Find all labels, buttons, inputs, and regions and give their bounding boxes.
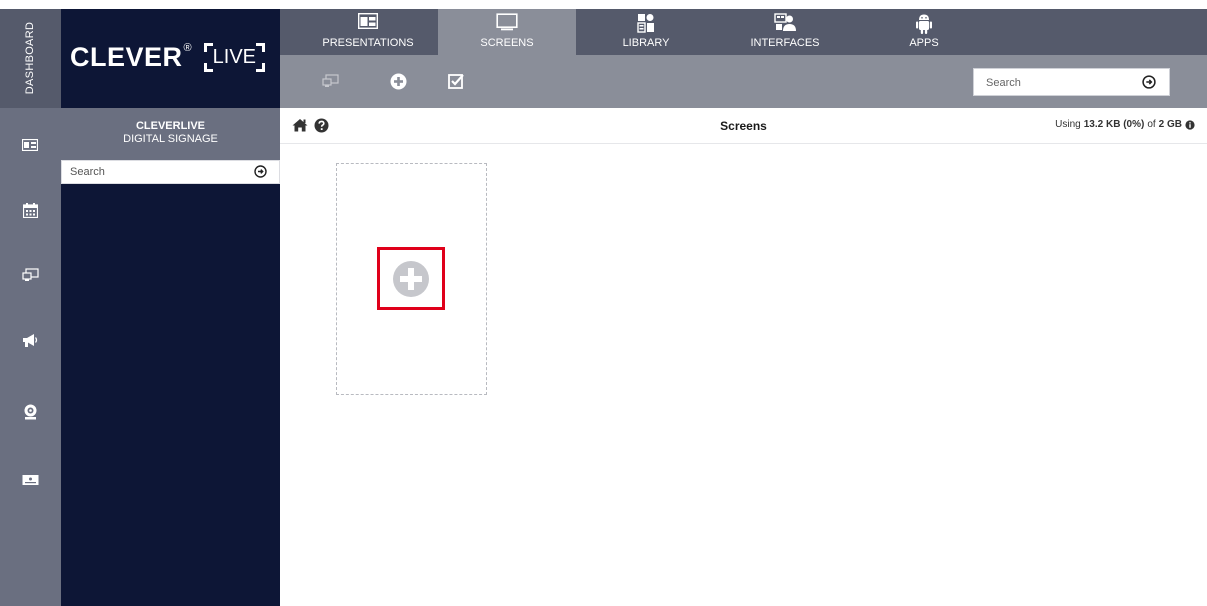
rail-schedule[interactable] <box>18 198 42 222</box>
sidebar-title: CLEVERLIVE <box>135 120 206 132</box>
rail-devices[interactable] <box>18 468 42 492</box>
presentation-icon <box>22 139 38 151</box>
plus-circle-icon <box>393 260 429 297</box>
dashboard-label: DASHBOARD <box>24 21 36 95</box>
rail-presentations[interactable] <box>18 133 42 157</box>
usage-prefix: Using <box>1055 119 1081 130</box>
info-icon[interactable] <box>1185 119 1195 130</box>
webcam-icon <box>24 404 36 420</box>
usage-mid: of <box>1147 119 1156 130</box>
tab-interfaces[interactable]: INTERFACES <box>716 9 854 55</box>
toolbar <box>280 55 1207 108</box>
add-screen-card <box>336 163 487 395</box>
android-icon <box>916 14 932 34</box>
top-search <box>973 68 1170 96</box>
usage-total: 2 GB <box>1158 119 1182 130</box>
tab-library[interactable]: LIBRARY <box>577 9 715 55</box>
screens-toolbar-button[interactable] <box>319 70 341 92</box>
sidebar-search-go-icon[interactable] <box>254 165 267 178</box>
logo-registered-mark: ® <box>183 42 192 54</box>
search-go-icon[interactable] <box>1142 75 1156 89</box>
app-frame: DASHBOARD CLEVER ® LIVE CLEVERLIVE DIGIT… <box>0 9 1207 606</box>
screens-grid <box>280 144 1207 606</box>
tab-presentations[interactable]: PRESENTATIONS <box>299 9 437 55</box>
logo-live-text: LIVE <box>212 45 256 68</box>
sidebar-subtitle: DIGITAL SIGNAGE <box>123 133 218 145</box>
brand-header: CLEVER ® LIVE <box>61 9 280 108</box>
usage-used: 13.2 KB (0%) <box>1083 119 1145 130</box>
plus-circle-icon <box>390 73 406 89</box>
calendar-icon <box>22 202 38 218</box>
screens-icon <box>321 74 339 87</box>
screens-icon <box>21 268 39 281</box>
monitor-icon <box>496 13 518 31</box>
storage-usage: Using 13.2 KB (0%) of 2 GB <box>1055 119 1195 130</box>
left-rail: DASHBOARD <box>0 9 61 606</box>
tab-screens[interactable]: SCREENS <box>438 9 576 55</box>
clever-live-logo[interactable]: CLEVER ® LIVE <box>70 37 265 77</box>
tab-interfaces-label: INTERFACES <box>750 37 820 49</box>
logo-live-badge: LIVE <box>203 42 265 72</box>
library-icon <box>637 14 654 33</box>
tab-presentations-label: PRESENTATIONS <box>322 37 414 49</box>
tab-library-label: LIBRARY <box>622 37 670 49</box>
checkbox-checked-icon <box>447 74 464 89</box>
tab-apps[interactable]: APPS <box>855 9 993 55</box>
rail-screens[interactable] <box>18 263 42 287</box>
add-button[interactable] <box>387 70 409 92</box>
megaphone-icon <box>23 333 38 347</box>
display-device-icon <box>22 475 38 485</box>
tab-apps-label: APPS <box>909 37 939 49</box>
select-all-button[interactable] <box>445 70 467 92</box>
sidebar-search <box>61 160 280 184</box>
main-tabs: PRESENTATIONS SCREENS LIBRARY INTERFACES… <box>280 9 1207 55</box>
rail-cameras[interactable] <box>18 400 42 424</box>
sidebar: CLEVERLIVE DIGITAL SIGNAGE <box>61 108 280 606</box>
add-screen-button[interactable] <box>377 247 445 310</box>
tab-screens-label: SCREENS <box>480 37 534 49</box>
interfaces-icon <box>774 13 796 31</box>
dashboard-link[interactable]: DASHBOARD <box>0 9 61 108</box>
logo-name: CLEVER <box>70 41 183 72</box>
presentation-icon <box>358 13 378 29</box>
sidebar-search-input[interactable] <box>70 164 240 180</box>
top-search-input[interactable] <box>986 75 1126 91</box>
rail-announcements[interactable] <box>18 328 42 352</box>
content-header: Screens Using 13.2 KB (0%) of 2 GB <box>280 108 1207 144</box>
sidebar-header: CLEVERLIVE DIGITAL SIGNAGE <box>61 108 280 160</box>
